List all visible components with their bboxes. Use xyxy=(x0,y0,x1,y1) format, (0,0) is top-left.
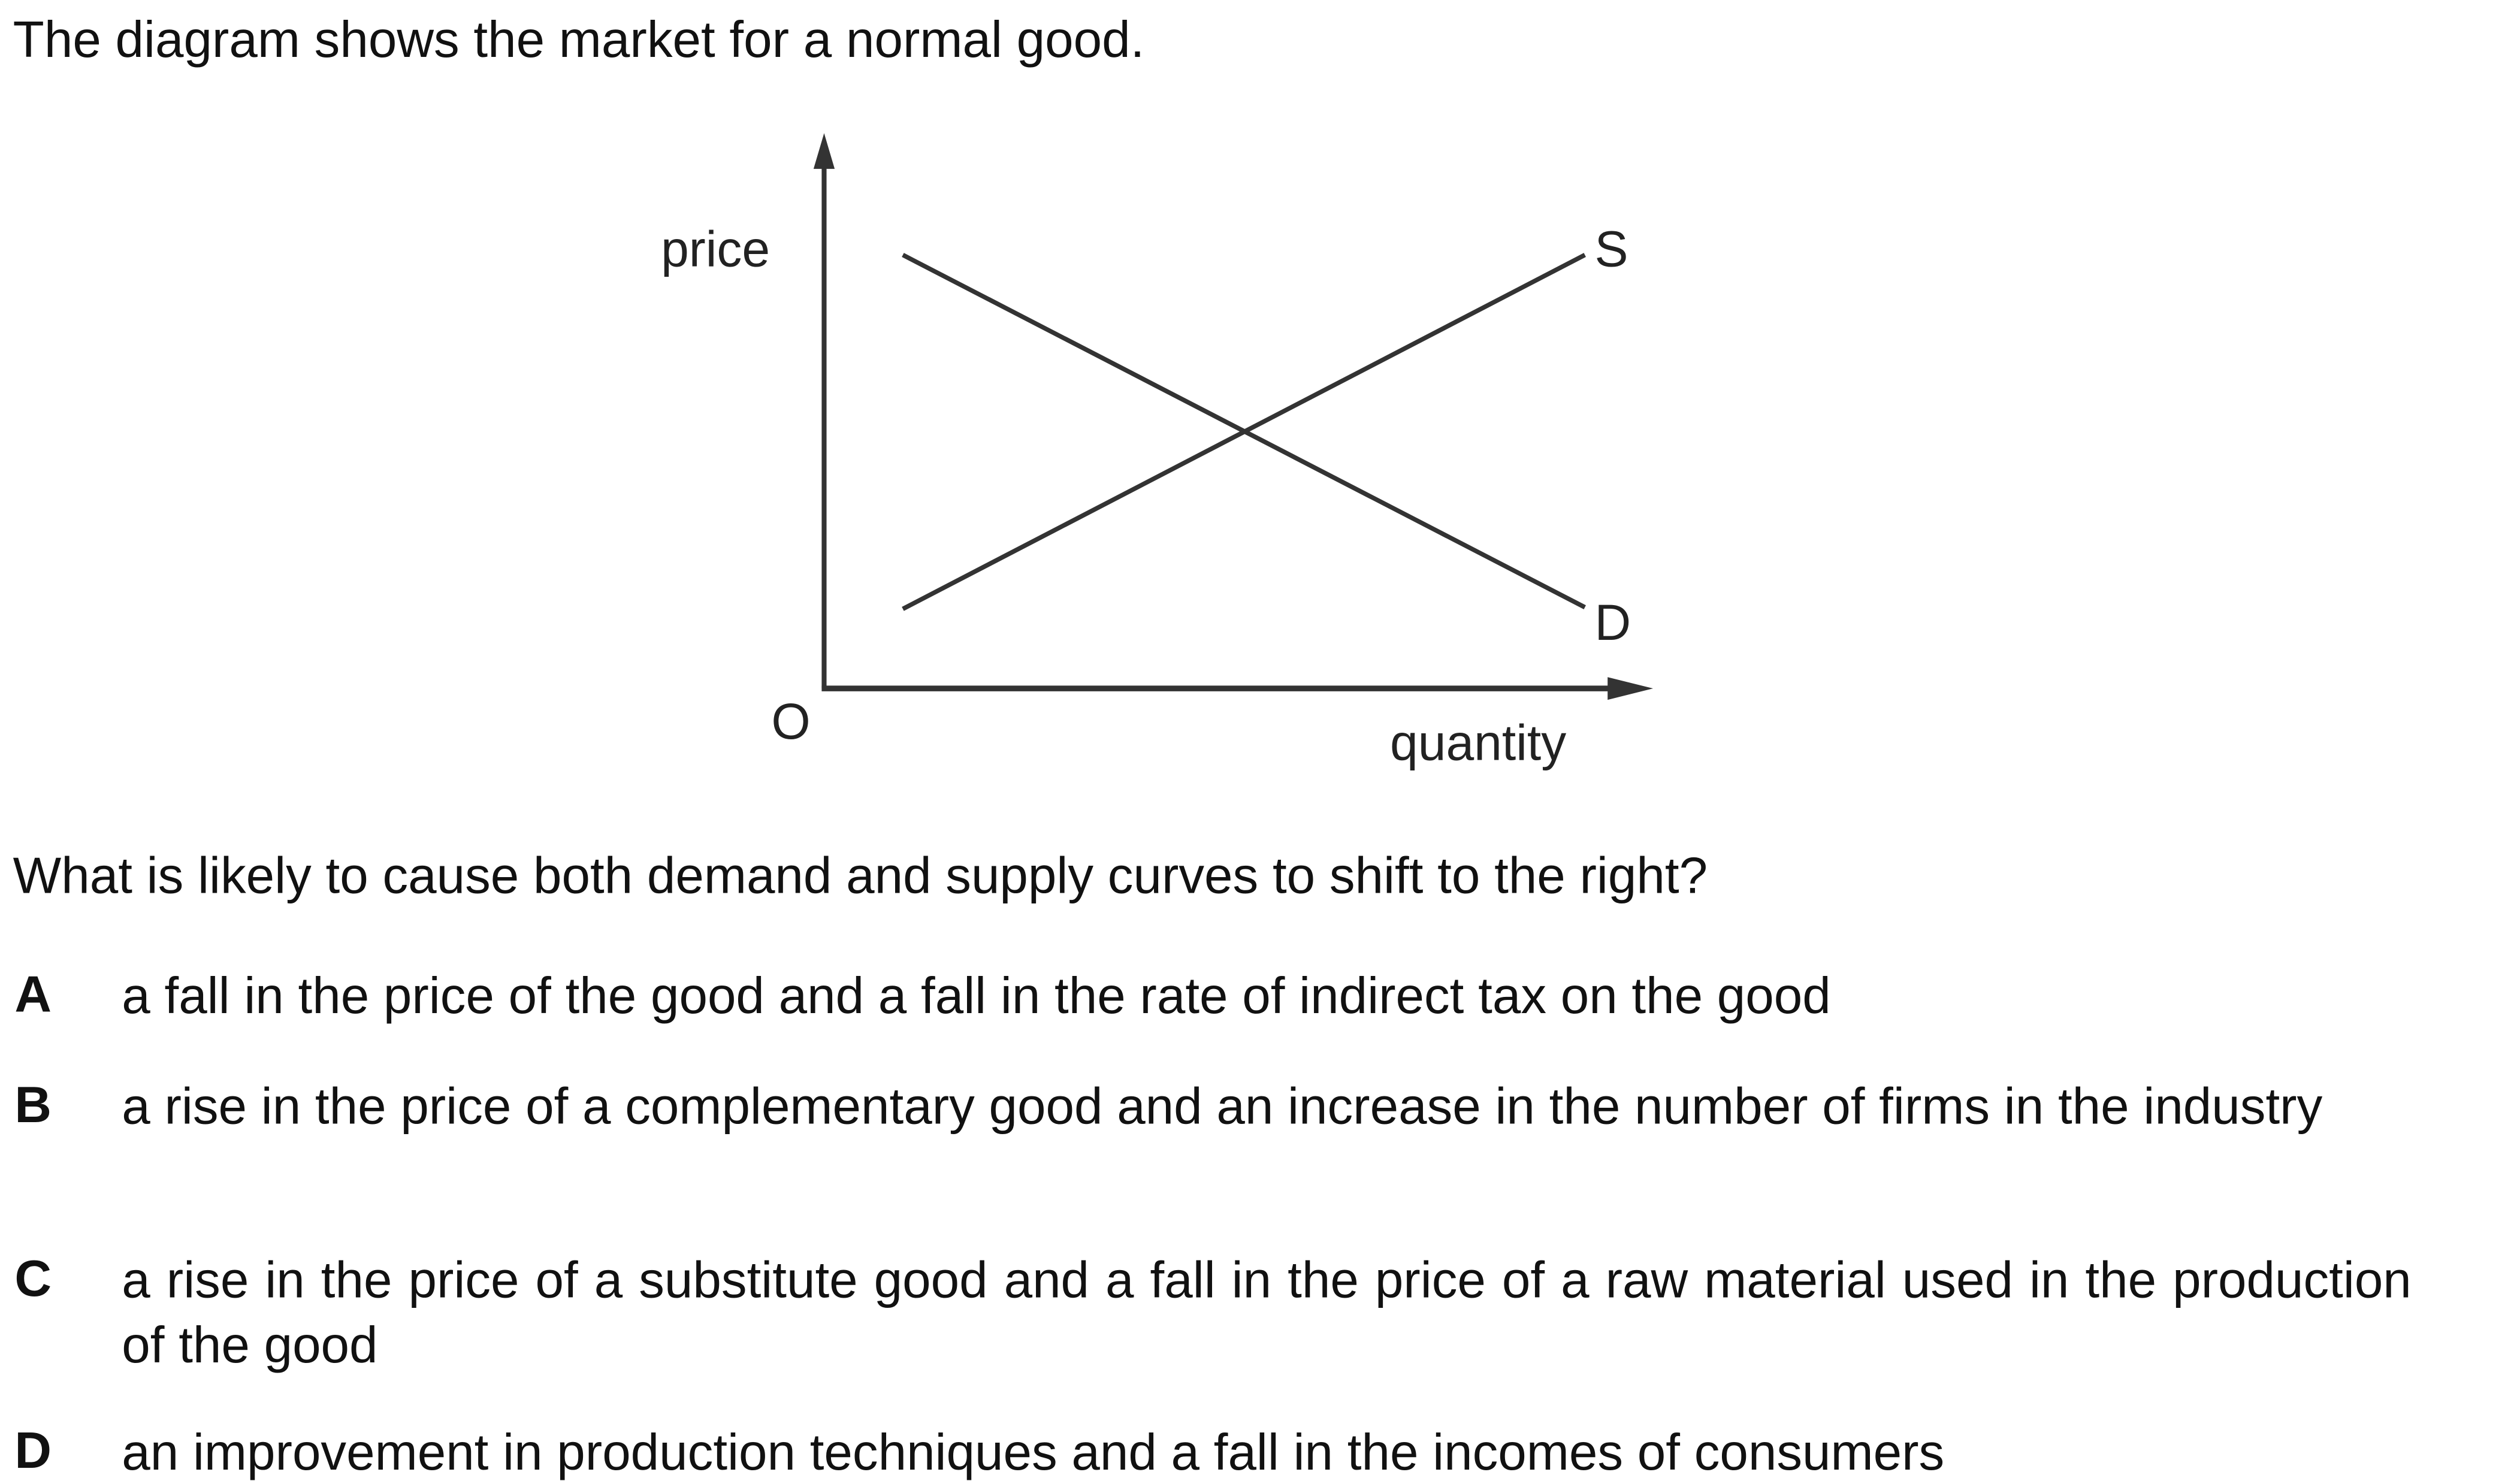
question-text: What is likely to cause both demand and … xyxy=(13,846,1708,905)
question-page: The diagram shows the market for a norma… xyxy=(0,0,2517,1481)
option-text: a rise in the price of a complementary g… xyxy=(122,1076,2323,1135)
y-axis-label: price xyxy=(661,220,770,277)
supply-label: S xyxy=(1595,220,1628,277)
option-text: a fall in the price of the good and a fa… xyxy=(122,966,1831,1025)
option-letter: A xyxy=(14,964,52,1023)
x-axis-arrowhead xyxy=(1608,677,1654,700)
x-axis-label: quantity xyxy=(1390,714,1566,770)
origin-label: O xyxy=(771,693,810,749)
y-axis-arrowhead xyxy=(813,133,835,169)
option-letter: C xyxy=(14,1249,52,1307)
supply-demand-diagram: price S D O quantity xyxy=(661,133,1654,770)
option-letter: D xyxy=(14,1420,52,1480)
option-text: a rise in the price of a substitute good… xyxy=(122,1250,2412,1374)
demand-label: D xyxy=(1595,594,1631,651)
option-letter: B xyxy=(14,1075,52,1134)
